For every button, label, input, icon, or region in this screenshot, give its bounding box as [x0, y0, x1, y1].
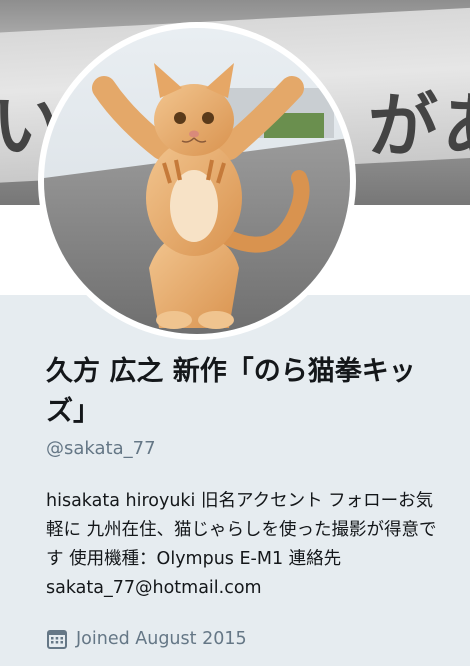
- banner-text-right: があっ: [368, 85, 470, 167]
- display-name[interactable]: 久方 広之 新作「のら猫拳キッズ」: [46, 352, 446, 432]
- avatar[interactable]: [38, 22, 356, 340]
- cat-photo: [44, 28, 350, 334]
- join-date-text: Joined August 2015: [76, 629, 247, 649]
- join-date: Joined August 2015: [46, 628, 247, 650]
- calendar-icon: [46, 628, 68, 650]
- user-handle[interactable]: @sakata_77: [46, 438, 156, 459]
- profile-bio: hisakata hiroyuki 旧名アクセント フォローお気軽に 九州在住、…: [46, 491, 437, 598]
